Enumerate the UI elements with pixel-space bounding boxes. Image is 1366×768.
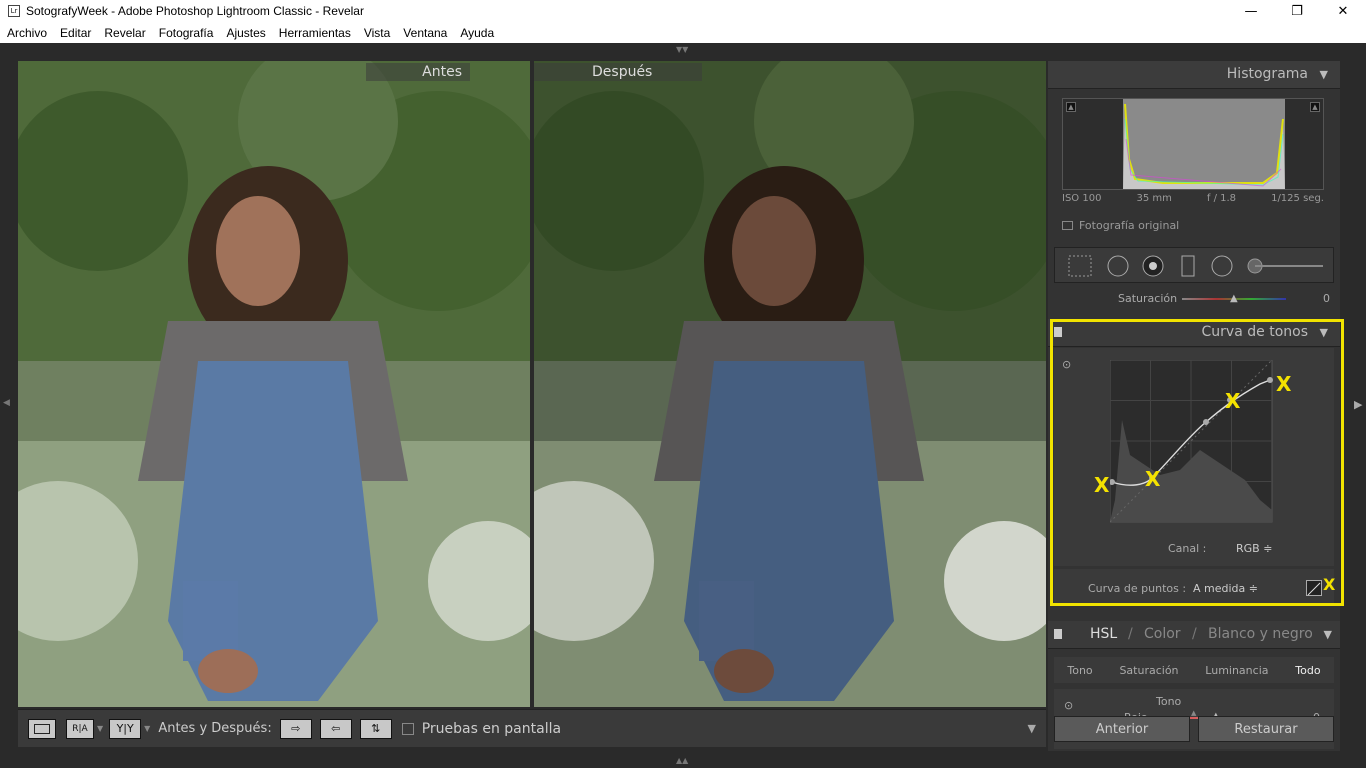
curve-marker: X	[1145, 467, 1161, 491]
iso-value: ISO 100	[1062, 193, 1102, 204]
tone-curve-highlight	[1050, 319, 1344, 606]
bottom-panel-toggle-icon[interactable]: ▲▲	[676, 756, 688, 765]
tool-icons	[1068, 255, 1323, 277]
panel-footer: Anterior Restaurar	[1054, 716, 1334, 742]
after-photo-view[interactable]: Después	[534, 61, 1046, 707]
menu-ajustes[interactable]: Ajustes	[226, 26, 265, 40]
before-after-side-by-side-button[interactable]: Y|Y	[109, 718, 142, 739]
collapse-triangle-icon[interactable]: ▼	[1320, 68, 1328, 81]
before-after-label: Antes y Después:	[158, 721, 272, 736]
hsl-subtabs: Tono Saturación Luminancia Todo	[1054, 657, 1334, 683]
hsl-panel-switch-icon[interactable]	[1054, 629, 1062, 639]
hsl-tab[interactable]: HSL	[1090, 626, 1117, 642]
saturation-value: 0	[1323, 292, 1330, 305]
close-icon[interactable]: ✕	[1320, 0, 1366, 22]
crop-tool-icon[interactable]	[1068, 255, 1092, 277]
histogram-title: Histograma	[1226, 66, 1308, 82]
hsl-subtab-luminancia[interactable]: Luminancia	[1205, 664, 1268, 677]
minimize-icon[interactable]: —	[1228, 0, 1274, 22]
before-after-vertical-button[interactable]: R|A	[66, 718, 94, 739]
bw-tab[interactable]: Blanco y negro	[1208, 626, 1313, 642]
graduated-filter-icon[interactable]	[1181, 255, 1195, 277]
original-photo-toggle[interactable]: Fotografía original	[1062, 219, 1179, 232]
swap-before-after-button[interactable]: ⇅	[359, 718, 392, 739]
highlight-clipping-icon[interactable]: ▲	[1310, 102, 1320, 112]
before-label: Antes	[366, 63, 470, 81]
hsl-subtab-tono[interactable]: Tono	[1067, 664, 1092, 677]
previous-button[interactable]: Anterior	[1054, 716, 1190, 742]
develop-module: ▼▼ ◀ ▶ Antes Después R|A ▼ Y|Y ▼ Antes y…	[0, 43, 1366, 768]
original-label: Fotografía original	[1079, 219, 1180, 232]
after-label: Después	[534, 63, 702, 81]
hsl-separator-2: /	[1192, 626, 1197, 642]
histogram-graphic	[1123, 99, 1285, 189]
soft-proof-checkbox[interactable]	[401, 722, 414, 735]
loupe-view-button[interactable]	[28, 718, 56, 739]
hsl-collapse-icon[interactable]: ▼	[1324, 628, 1332, 641]
hsl-subtab-todo[interactable]: Todo	[1295, 664, 1320, 677]
menu-ventana[interactable]: Ventana	[403, 26, 447, 40]
hsl-subtab-saturacion[interactable]: Saturación	[1119, 664, 1178, 677]
window-title: SotografyWeek - Adobe Photoshop Lightroo…	[26, 4, 364, 18]
menu-fotografia[interactable]: Fotografía	[159, 26, 214, 40]
menu-revelar[interactable]: Revelar	[104, 26, 145, 40]
copy-after-to-before-button[interactable]: ⇦	[319, 718, 352, 739]
menu-archivo[interactable]: Archivo	[7, 26, 47, 40]
menu-bar: Archivo Editar Revelar Fotografía Ajuste…	[0, 22, 1366, 43]
layout-dropdown-icon[interactable]: ▼	[97, 724, 103, 733]
menu-vista[interactable]: Vista	[364, 26, 390, 40]
saturation-label: Saturación	[1118, 292, 1178, 305]
curve-marker: X	[1276, 372, 1292, 396]
hsl-target-icon[interactable]: ⊙	[1064, 699, 1073, 712]
after-photo	[534, 61, 1046, 707]
copy-before-to-after-button[interactable]: ⇨	[279, 718, 312, 739]
histogram-header[interactable]: Histograma ▼	[1048, 61, 1340, 89]
original-checkbox-icon[interactable]	[1062, 221, 1073, 230]
menu-herramientas[interactable]: Herramientas	[279, 26, 351, 40]
left-panel-toggle-icon[interactable]: ◀	[3, 398, 10, 408]
menu-ayuda[interactable]: Ayuda	[460, 26, 494, 40]
saturation-row: Saturación ▲ 0	[1048, 287, 1340, 311]
soft-proof-label: Pruebas en pantalla	[421, 720, 562, 737]
side-by-side-dropdown-icon[interactable]: ▼	[144, 724, 150, 733]
curve-marker: X	[1094, 473, 1110, 497]
color-tab[interactable]: Color	[1144, 626, 1181, 642]
toolbar-menu-icon[interactable]: ▼	[1028, 722, 1036, 735]
menu-editar[interactable]: Editar	[60, 26, 91, 40]
reset-button[interactable]: Restaurar	[1198, 716, 1334, 742]
aperture-value: f / 1.8	[1206, 193, 1237, 204]
hsl-separator-1: /	[1128, 626, 1133, 642]
right-panel-toggle-icon[interactable]: ▶	[1354, 398, 1362, 411]
hsl-header[interactable]: HSL / Color / Blanco y negro ▼	[1048, 621, 1340, 649]
saturation-thumb-icon[interactable]: ▲	[1230, 293, 1238, 304]
hsl-section-label: Tono	[1156, 695, 1182, 708]
lightroom-logo-icon: Lr	[8, 5, 20, 17]
tool-strip	[1054, 247, 1334, 283]
top-panel-toggle-icon[interactable]: ▼▼	[676, 45, 688, 54]
restore-icon[interactable]: ❐	[1274, 0, 1320, 22]
before-photo	[18, 61, 530, 707]
curve-marker: X	[1225, 389, 1241, 413]
spot-removal-icon[interactable]	[1107, 255, 1129, 277]
shutter-value: 1/125 seg.	[1271, 193, 1324, 204]
radial-filter-icon[interactable]	[1211, 255, 1233, 277]
view-toolbar: R|A ▼ Y|Y ▼ Antes y Después: ⇨ ⇦ ⇅ Prueb…	[18, 709, 1046, 747]
shadow-clipping-icon[interactable]: ▲	[1066, 102, 1076, 112]
curve-marker: X	[1323, 575, 1336, 594]
before-photo-view[interactable]: Antes	[18, 61, 530, 707]
camera-info: ISO 100 35 mm f / 1.8 1/125 seg.	[1062, 193, 1324, 207]
focal-length-value: 35 mm	[1136, 193, 1172, 204]
window-controls: — ❐ ✕	[1228, 0, 1366, 22]
histogram-chart: ▲ ▲	[1062, 98, 1324, 190]
title-bar: Lr SotografyWeek - Adobe Photoshop Light…	[0, 0, 1366, 22]
